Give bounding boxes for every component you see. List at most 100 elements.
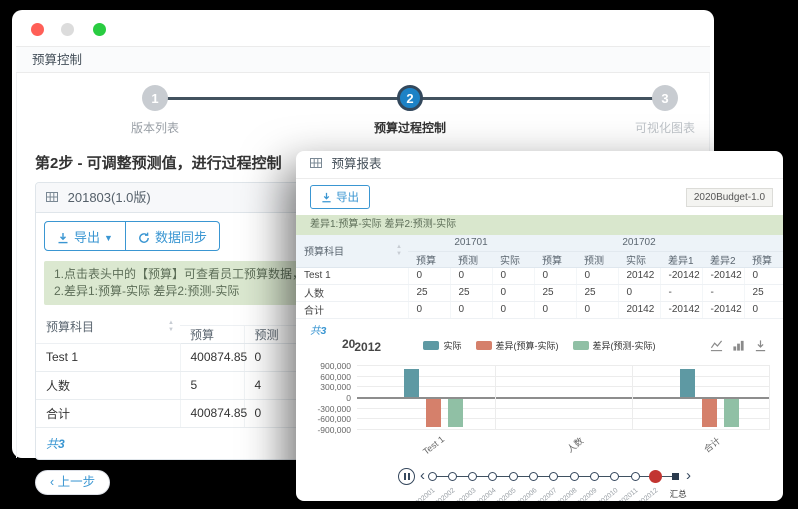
column-header-预测[interactable]: 预测 bbox=[576, 251, 618, 267]
cell-value: 20142 bbox=[618, 301, 660, 318]
column-header-预算[interactable]: 预算 bbox=[180, 325, 244, 343]
timeline-point[interactable] bbox=[488, 472, 497, 481]
timeline-point[interactable] bbox=[610, 472, 619, 481]
timeline-point[interactable] bbox=[468, 472, 477, 481]
minimize-button[interactable] bbox=[61, 23, 74, 36]
column-header-subject[interactable]: 预算科目▲▼ bbox=[36, 311, 180, 343]
stage: 预算控制 1版本列表2预算过程控制3可视化图表 第2步 - 可调整预测值，进行过… bbox=[0, 0, 798, 509]
row-subject: 人数 bbox=[296, 284, 408, 301]
cell-value: 0 bbox=[534, 267, 576, 284]
column-header-预测[interactable]: 预测 bbox=[244, 325, 302, 343]
column-header-subject[interactable]: 预算科目▲▼ bbox=[296, 235, 408, 267]
version-panel-title: 201803(1.0版) bbox=[68, 190, 151, 205]
titlebar bbox=[12, 10, 714, 46]
sort-icon[interactable]: ▲▼ bbox=[396, 244, 402, 258]
stepper: 1版本列表2预算过程控制3可视化图表 bbox=[17, 73, 709, 138]
column-header-实际[interactable]: 实际 bbox=[618, 251, 660, 267]
caret-down-icon: ▼ bbox=[104, 233, 113, 243]
timeline-point[interactable] bbox=[590, 472, 599, 481]
data-sync-button[interactable]: 数据同步 bbox=[126, 221, 220, 251]
timeline-next-arrow[interactable]: › bbox=[686, 466, 691, 486]
y-tick-label: -900,000 bbox=[296, 425, 351, 435]
cell-value: 0 bbox=[450, 301, 492, 318]
month-group-header bbox=[744, 235, 783, 251]
budget-version-label[interactable]: 2020Budget-1.0 bbox=[686, 188, 773, 207]
report-header: 预算报表 bbox=[296, 151, 783, 179]
table-row: Test 10000020142-20142-201420 bbox=[296, 267, 783, 284]
bar-chart-icon[interactable] bbox=[732, 339, 745, 352]
y-tick-label: -300,000 bbox=[296, 404, 351, 414]
timeline-summary-point[interactable] bbox=[672, 473, 679, 480]
line-chart-icon[interactable] bbox=[710, 339, 723, 352]
grid-split-line bbox=[769, 365, 770, 429]
report-title: 预算报表 bbox=[331, 157, 381, 171]
legend-item[interactable]: 差异(预算-实际) bbox=[476, 339, 559, 352]
legend-item[interactable]: 差异(预测-实际) bbox=[573, 339, 656, 352]
download-icon bbox=[321, 192, 332, 203]
timeline-prev-arrow[interactable]: ‹ bbox=[420, 466, 425, 486]
previous-step-button[interactable]: ‹ 上一步 bbox=[35, 470, 110, 495]
legend-item[interactable]: 实际 bbox=[423, 339, 461, 352]
stepper-step-3[interactable]: 3 bbox=[652, 85, 678, 111]
grid-split-line bbox=[495, 365, 496, 429]
row-subject: Test 1 bbox=[36, 343, 180, 371]
bar-差异(预测-实际) bbox=[448, 399, 463, 427]
column-header-差异1[interactable]: 差异1 bbox=[660, 251, 702, 267]
cell-value: 0 bbox=[244, 399, 302, 427]
cell-value: 25 bbox=[576, 284, 618, 301]
cell-value: 0 bbox=[492, 284, 534, 301]
cell-value: 0 bbox=[534, 301, 576, 318]
cell-value: 0 bbox=[618, 284, 660, 301]
cell-value: 5 bbox=[180, 371, 244, 399]
cell-value: - bbox=[660, 284, 702, 301]
column-header-实际[interactable]: 实际 bbox=[492, 251, 534, 267]
y-tick-label: 300,000 bbox=[296, 382, 351, 392]
fullscreen-button[interactable] bbox=[93, 23, 106, 36]
cell-value: 0 bbox=[492, 301, 534, 318]
timeline-point[interactable] bbox=[428, 472, 437, 481]
gridline bbox=[357, 365, 770, 366]
timeline-point[interactable] bbox=[631, 472, 640, 481]
stepper-step-label: 预算过程控制 bbox=[340, 119, 480, 136]
timeline-point[interactable] bbox=[509, 472, 518, 481]
save-image-icon[interactable] bbox=[754, 339, 767, 352]
cell-value: 0 bbox=[576, 301, 618, 318]
column-header-差异2[interactable]: 差异2 bbox=[702, 251, 744, 267]
sort-icon[interactable]: ▲▼ bbox=[168, 320, 174, 334]
cell-value: 400874.85 bbox=[180, 343, 244, 371]
cell-value: - bbox=[702, 284, 744, 301]
export-dropdown-button[interactable]: 导出▼ bbox=[44, 221, 126, 251]
timeline-point[interactable] bbox=[549, 472, 558, 481]
stepper-step-1[interactable]: 1 bbox=[142, 85, 168, 111]
month-group-header: 201701 bbox=[408, 235, 534, 251]
stepper-step-2[interactable]: 2 bbox=[397, 85, 423, 111]
cell-value: 4 bbox=[244, 371, 302, 399]
row-subject: 人数 bbox=[36, 371, 180, 399]
report-toolbar: 导出 2020Budget-1.0 bbox=[296, 179, 783, 215]
bar-差异(预算-实际) bbox=[426, 399, 441, 427]
column-header-预算[interactable]: 预算 bbox=[534, 251, 576, 267]
cell-value: 0 bbox=[576, 267, 618, 284]
report-table: 预算科目▲▼201701201702预算预测实际预算预测实际差异1差异2预算Te… bbox=[296, 235, 783, 319]
timeline-point[interactable] bbox=[448, 472, 457, 481]
column-header-预算[interactable]: 预算 bbox=[744, 251, 783, 267]
close-button[interactable] bbox=[31, 23, 44, 36]
column-header-预算[interactable]: 预算 bbox=[408, 251, 450, 267]
timeline-point[interactable] bbox=[570, 472, 579, 481]
play-pause-button[interactable] bbox=[398, 468, 415, 485]
cell-value: 0 bbox=[744, 301, 783, 318]
plot-area bbox=[357, 365, 770, 429]
timeline-current-point[interactable] bbox=[649, 470, 662, 483]
legend-swatch bbox=[476, 341, 492, 350]
gridline bbox=[357, 429, 770, 430]
column-header-预测[interactable]: 预测 bbox=[450, 251, 492, 267]
cell-value: 0 bbox=[408, 301, 450, 318]
report-export-button[interactable]: 导出 bbox=[310, 185, 370, 209]
table-row: 合计0000020142-20142-201420 bbox=[296, 301, 783, 318]
bar-实际 bbox=[680, 369, 695, 397]
timeline-point[interactable] bbox=[529, 472, 538, 481]
y-tick-label: 600,000 bbox=[296, 372, 351, 382]
cell-value: 25 bbox=[450, 284, 492, 301]
x-axis: Test 1人数合计 bbox=[357, 432, 770, 456]
chart-toolbox bbox=[710, 339, 767, 352]
